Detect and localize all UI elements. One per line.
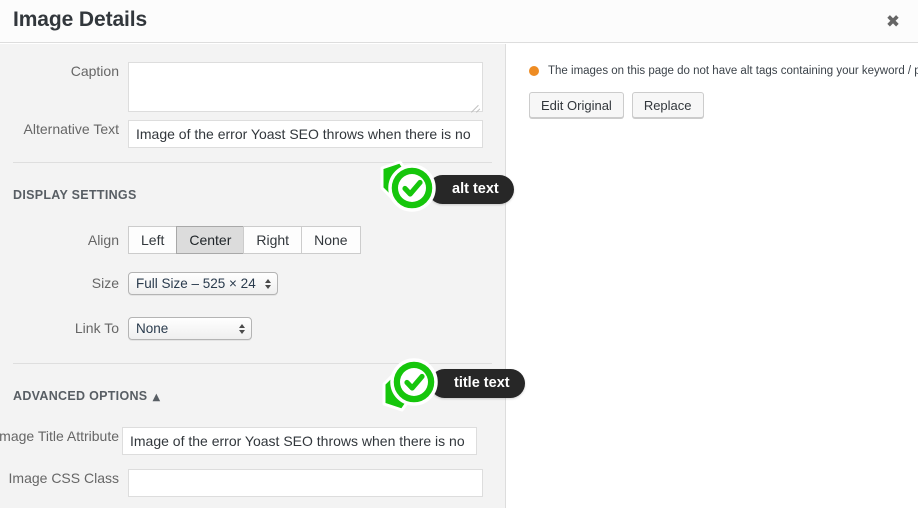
css-class-input[interactable] <box>128 469 483 497</box>
caption-input[interactable] <box>128 62 483 112</box>
size-field-row: Size Full Size – 525 × 24 <box>0 272 505 295</box>
size-select-wrap: Full Size – 525 × 24 <box>128 272 278 295</box>
modal-header: Image Details ✖ <box>0 0 918 43</box>
settings-pane: Caption Alternative Text DISPLAY SETTING… <box>0 44 506 508</box>
advanced-options-heading[interactable]: ADVANCED OPTIONS ▲ <box>13 389 160 403</box>
align-option-center[interactable]: Center <box>176 226 244 254</box>
check-circle-icon <box>380 160 436 212</box>
link-to-label: Link To <box>74 320 119 336</box>
align-label: Align <box>87 232 119 248</box>
callout-label-title-text: title text <box>430 368 525 398</box>
size-select[interactable]: Full Size – 525 × 24 <box>128 272 278 295</box>
callout-alt-text: alt text <box>378 158 514 220</box>
title-attribute-input[interactable] <box>122 427 477 455</box>
close-icon[interactable]: ✖ <box>874 6 912 38</box>
align-button-group: Left Center Right None <box>128 226 361 254</box>
caption-field-row: Caption <box>0 62 505 117</box>
link-to-field-row: Link To None <box>0 317 505 340</box>
css-class-label: Image CSS Class <box>8 470 119 486</box>
seo-pane: The images on this page do not have alt … <box>507 44 918 508</box>
image-action-buttons: Edit Original Replace <box>529 92 704 118</box>
seo-note-text: The images on this page do not have alt … <box>548 65 918 77</box>
replace-button[interactable]: Replace <box>631 92 704 118</box>
link-to-select-wrap: None <box>128 317 252 340</box>
check-badge-alt-text <box>378 158 440 220</box>
link-to-select[interactable]: None <box>128 317 252 340</box>
caption-label: Caption <box>70 63 119 79</box>
advanced-options-label: ADVANCED OPTIONS <box>13 389 148 403</box>
status-bullet-icon <box>529 66 539 76</box>
title-attribute-field-row: Image Title Attribute <box>0 427 505 455</box>
title-attribute-label: Image Title Attribute <box>0 428 119 444</box>
callout-label-alt-text: alt text <box>428 174 514 204</box>
chevron-up-icon: ▲ <box>152 392 161 403</box>
css-class-field-row: Image CSS Class <box>0 469 505 497</box>
edit-original-button[interactable]: Edit Original <box>529 92 624 118</box>
callout-title-text: title text <box>380 352 525 414</box>
check-circle-icon <box>382 358 438 412</box>
display-settings-heading: DISPLAY SETTINGS <box>13 188 137 202</box>
alt-text-input[interactable] <box>128 120 483 148</box>
page-title: Image Details <box>13 8 148 31</box>
alt-text-field-row: Alternative Text <box>0 120 505 148</box>
stepper-arrows-icon <box>239 323 245 334</box>
align-field-row: Align Left Center Right None <box>0 226 505 254</box>
size-label: Size <box>91 275 119 291</box>
image-details-modal: Image Details ✖ Caption Alternative Text… <box>0 0 918 508</box>
align-option-none[interactable]: None <box>301 226 361 254</box>
size-select-value: Full Size – 525 × 24 <box>136 276 256 291</box>
alt-text-label: Alternative Text <box>23 121 119 137</box>
link-to-select-value: None <box>136 321 169 336</box>
check-badge-title-text <box>380 352 442 414</box>
seo-alt-tag-note: The images on this page do not have alt … <box>529 65 918 77</box>
align-option-left[interactable]: Left <box>128 226 177 254</box>
stepper-arrows-icon <box>265 278 271 289</box>
align-option-right[interactable]: Right <box>243 226 302 254</box>
